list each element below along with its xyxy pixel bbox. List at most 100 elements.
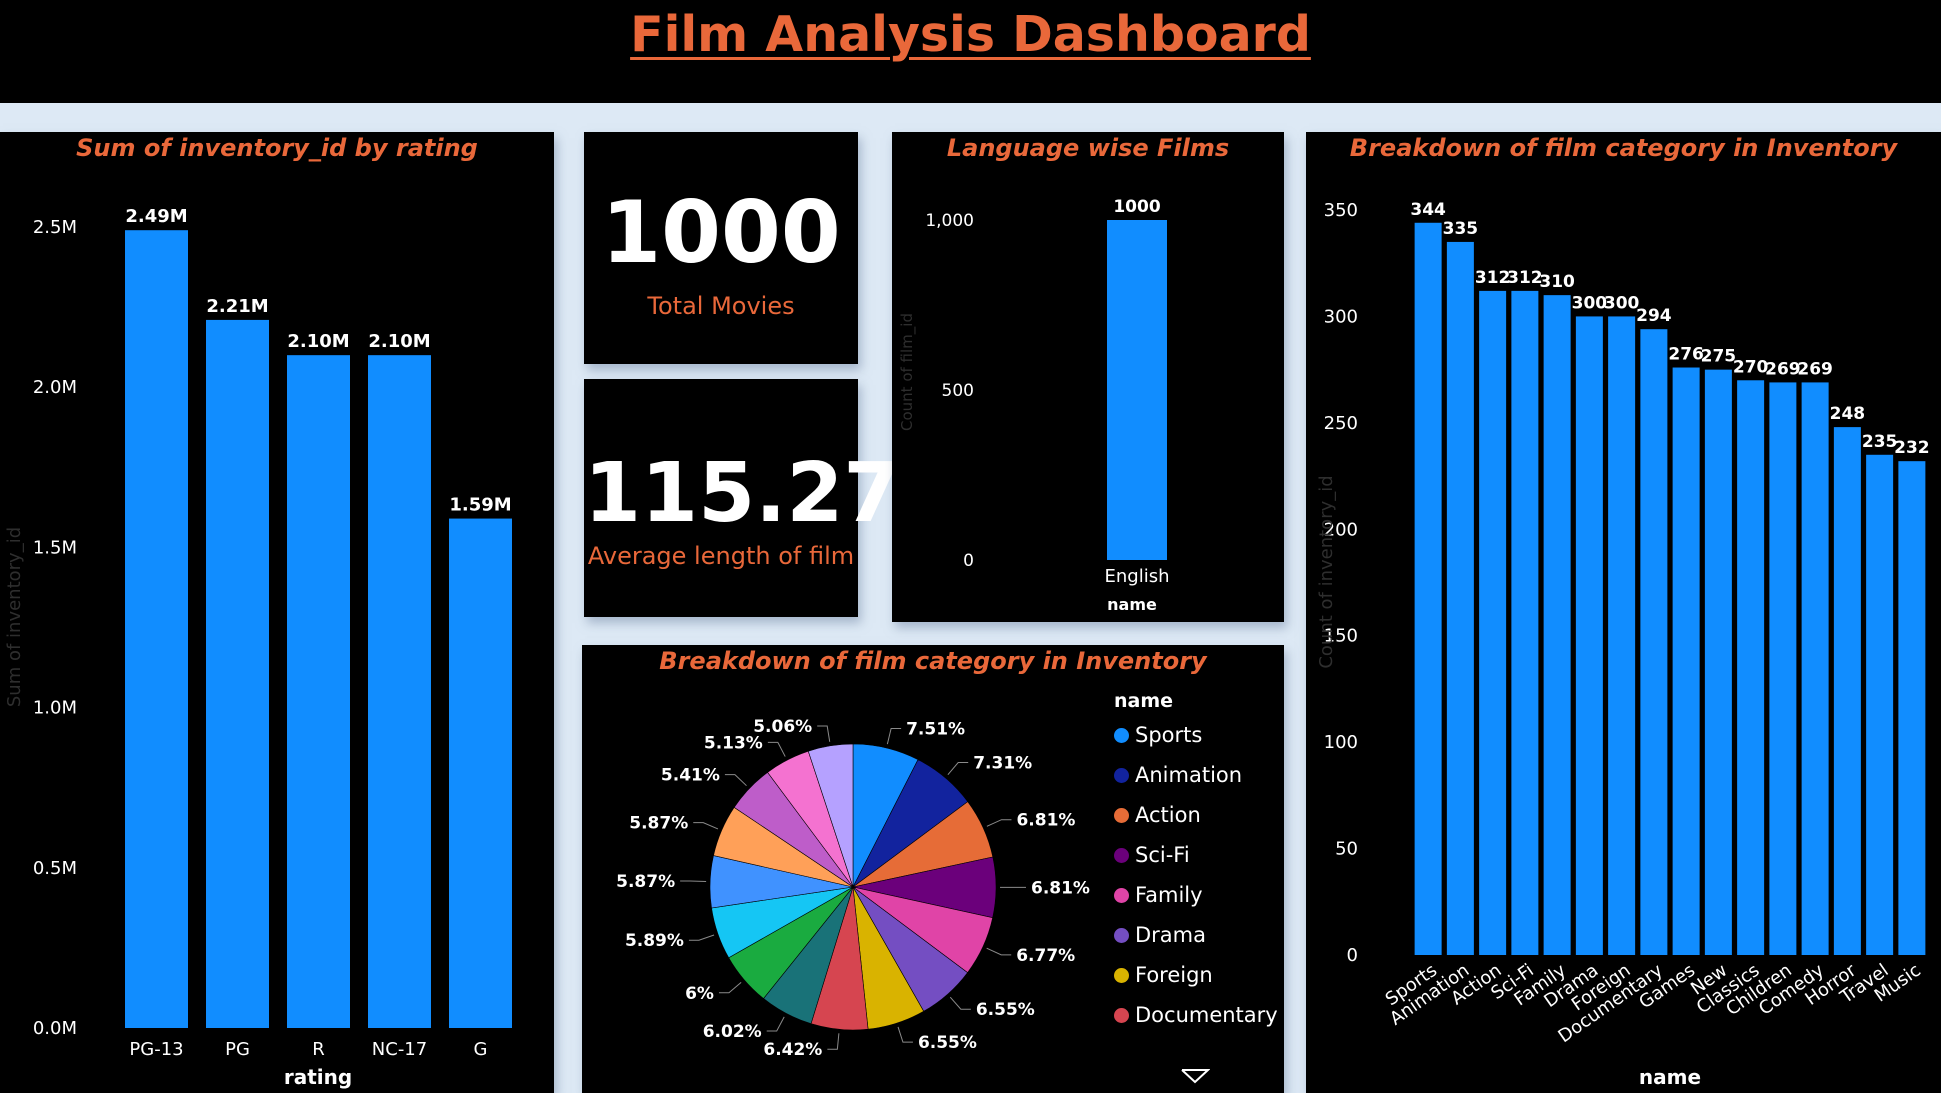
bar	[1672, 367, 1700, 955]
x-tick-label: R	[312, 1039, 325, 1060]
legend-swatch	[1114, 848, 1129, 863]
y-tick-label: 50	[1335, 839, 1358, 860]
y-tick-label: 1.5M	[33, 537, 77, 558]
leader-line	[718, 981, 742, 994]
data-label: 269	[1797, 359, 1833, 379]
x-axis-title: name	[1107, 595, 1157, 614]
bar	[1446, 241, 1474, 955]
legend-swatch	[1114, 728, 1129, 743]
total-movies-label: Total Movies	[647, 292, 795, 320]
bar	[1898, 461, 1926, 955]
language-chart-panel[interactable]: Language wise Films 0 500 1,000 1000 English…	[892, 132, 1284, 622]
x-tick-label: G	[474, 1039, 488, 1060]
y-axis-title: Count of inventory_id	[1316, 475, 1337, 668]
leader-line	[886, 728, 902, 745]
leader-line	[947, 762, 969, 776]
bar	[1414, 222, 1442, 955]
category-pie-legend: name Sports Animation Action Sci-Fi Family Dr…	[1114, 690, 1278, 1043]
data-label: 5.87%	[629, 814, 688, 834]
data-label: 6.55%	[918, 1033, 977, 1053]
legend-swatch	[1114, 928, 1129, 943]
avg-length-card[interactable]: 115.27 Average length of film	[584, 379, 901, 617]
bar	[449, 518, 512, 1028]
data-label: 2.10M	[287, 331, 349, 352]
y-tick-label: 2.5M	[33, 217, 77, 238]
y-axis-title: Sum of inventory_id	[4, 527, 25, 707]
y-tick-label: 2.0M	[33, 377, 77, 398]
legend-item[interactable]: Documentary	[1114, 1003, 1278, 1043]
data-label: 294	[1636, 306, 1672, 326]
data-label: 6.77%	[1016, 946, 1075, 966]
legend-title: name	[1114, 690, 1174, 712]
legend-swatch	[1114, 968, 1129, 983]
data-label: 6%	[685, 984, 714, 1004]
data-label: 6.55%	[976, 1000, 1035, 1020]
bar	[1833, 427, 1861, 956]
avg-length-value: 115.27	[584, 446, 901, 541]
legend-label: Action	[1135, 803, 1201, 827]
leader-line	[767, 741, 786, 757]
legend-item[interactable]: Animation	[1114, 763, 1274, 803]
bar	[1575, 316, 1603, 955]
legend-label: Sports	[1135, 723, 1203, 747]
y-tick-label: 0.5M	[33, 858, 77, 879]
category-bar-panel[interactable]: Breakdown of film category in Inventory …	[1306, 132, 1941, 1093]
legend-swatch	[1114, 808, 1129, 823]
leader-line	[949, 996, 971, 1010]
data-label: 275	[1701, 347, 1737, 367]
bar	[1479, 290, 1507, 955]
data-label: 5.06%	[753, 717, 812, 737]
y-tick-label: 0.0M	[33, 1018, 77, 1039]
leader-line	[817, 725, 831, 742]
y-tick-label: 300	[1324, 306, 1358, 327]
y-tick-label: 0	[1347, 945, 1358, 966]
x-tick-label: English	[1105, 566, 1170, 587]
legend-item[interactable]: Sports	[1114, 723, 1274, 763]
category-bar-chart: 050100150200250300350 344Sports335Animati…	[1316, 200, 1930, 1089]
data-label: 6.42%	[763, 1040, 822, 1060]
data-label: 1.59M	[449, 495, 511, 516]
y-tick-label: 0	[963, 551, 974, 571]
legend-item[interactable]: Foreign	[1114, 963, 1274, 1003]
data-label: 7.51%	[906, 720, 965, 740]
legend-label: Foreign	[1135, 963, 1213, 987]
x-tick-label: PG	[225, 1039, 250, 1060]
rating-chart-panel[interactable]: Sum of inventory_id by rating 0.0M 0.5M 1.…	[0, 132, 554, 1093]
data-label: 300	[1572, 293, 1608, 313]
bar	[125, 230, 188, 1029]
leader-line	[693, 822, 719, 830]
data-label: 232	[1894, 438, 1930, 458]
x-tick-label: PG-13	[129, 1039, 183, 1060]
data-label: 344	[1410, 200, 1446, 220]
legend-swatch	[1114, 768, 1129, 783]
data-label: 335	[1443, 219, 1479, 239]
legend-item[interactable]: Sci-Fi	[1114, 843, 1274, 883]
data-label: 300	[1604, 293, 1640, 313]
page-title: Film Analysis Dashboard	[630, 6, 1311, 63]
leader-line	[897, 1026, 913, 1043]
legend-item[interactable]: Family	[1114, 883, 1274, 923]
y-tick-label: 250	[1324, 413, 1358, 434]
leader-line	[724, 774, 747, 787]
bar	[1107, 220, 1167, 560]
y-tick-label: 1,000	[925, 211, 974, 231]
avg-length-label: Average length of film	[587, 542, 855, 570]
data-label: 5.41%	[661, 766, 720, 786]
legend-label: Sci-Fi	[1135, 843, 1190, 867]
leader-line	[688, 934, 715, 941]
legend-item[interactable]: Action	[1114, 803, 1274, 843]
total-movies-card[interactable]: 1000 Total Movies	[584, 132, 858, 364]
x-axis-title: name	[1639, 1065, 1701, 1089]
legend-label: Animation	[1135, 763, 1243, 787]
data-label: 2.21M	[206, 296, 268, 317]
legend-label: Drama	[1135, 923, 1206, 947]
data-label: 270	[1733, 357, 1769, 377]
leader-line	[766, 1016, 785, 1032]
data-label: 312	[1475, 268, 1511, 288]
data-label: 5.89%	[625, 931, 684, 951]
chevron-down-icon[interactable]	[1180, 1067, 1210, 1085]
legend-item[interactable]: Drama	[1114, 923, 1274, 963]
leader-line	[827, 1033, 840, 1050]
data-label: 235	[1862, 432, 1898, 452]
data-label: 310	[1539, 272, 1575, 292]
